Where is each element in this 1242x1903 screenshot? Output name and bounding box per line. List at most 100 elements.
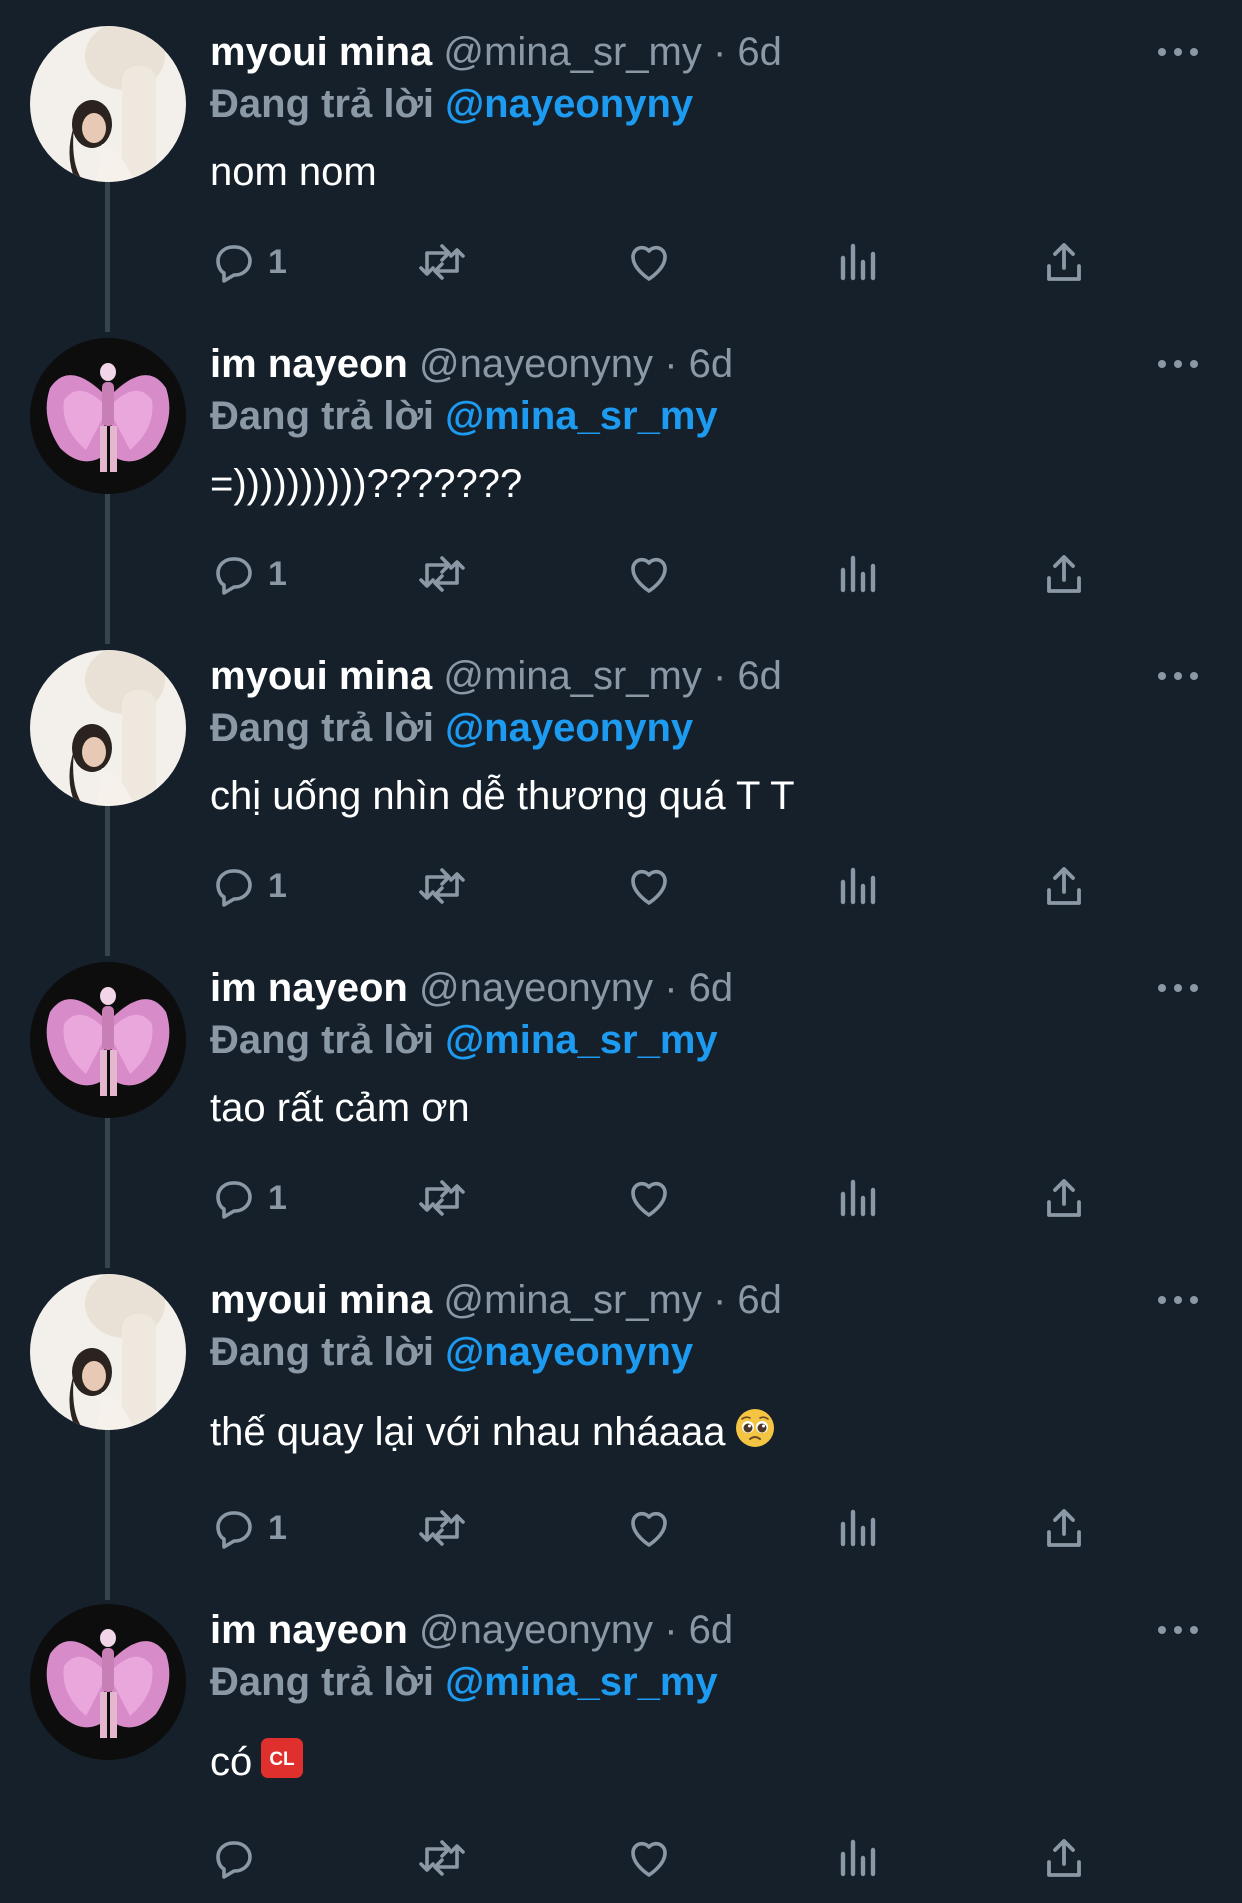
user-handle[interactable]: @nayeonyny [419,966,653,1010]
share-button[interactable] [1040,1828,1088,1888]
mention-link[interactable]: @mina_sr_my [445,1660,717,1704]
share-button[interactable] [1040,856,1088,916]
replying-to-label: Đang trả lời [210,1330,435,1374]
tweet[interactable]: myoui mina @mina_sr_my · 6d Đang trả lời… [0,1248,1242,1578]
reply-button[interactable]: 1 [210,1498,287,1558]
display-name[interactable]: myoui mina [210,30,432,74]
views-icon [835,550,883,598]
timestamp[interactable]: 6d [737,1278,782,1322]
tweet-text: =))))))))))??????? [210,458,1202,510]
replying-to-label: Đang trả lời [210,706,435,750]
avatar[interactable] [30,338,186,494]
avatar[interactable] [30,26,186,182]
share-button[interactable] [1040,1168,1088,1228]
mention-link[interactable]: @mina_sr_my [445,394,717,438]
display-name[interactable]: im nayeon [210,342,408,386]
user-handle[interactable]: @mina_sr_my [443,30,701,74]
share-icon [1040,1834,1088,1882]
retweet-button[interactable] [415,1828,469,1888]
reply-icon [210,238,258,286]
timestamp[interactable]: 6d [689,966,734,1010]
like-icon [625,1174,673,1222]
more-icon[interactable] [1154,40,1202,64]
mina-avatar-image [30,1274,186,1430]
user-handle[interactable]: @nayeonyny [419,1608,653,1652]
reply-button[interactable]: 1 [210,856,287,916]
tweet[interactable]: im nayeon @nayeonyny · 6d Đang trả lời @… [0,312,1242,624]
views-button[interactable] [835,1168,883,1228]
cl-button-emoji: CL [260,1737,304,1792]
reply-button[interactable] [210,1828,268,1888]
retweet-button[interactable] [415,1168,469,1228]
mention-link[interactable]: @mina_sr_my [445,1018,717,1062]
mention-link[interactable]: @nayeonyny [445,1330,693,1374]
tweet[interactable]: myoui mina @mina_sr_my · 6d Đang trả lời… [0,0,1242,312]
tweet[interactable]: im nayeon @nayeonyny · 6d Đang trả lời @… [0,1578,1242,1903]
share-icon [1040,550,1088,598]
retweet-button[interactable] [415,232,469,292]
like-button[interactable] [625,232,673,292]
timestamp[interactable]: 6d [737,654,782,698]
views-icon [835,1834,883,1882]
retweet-button[interactable] [415,856,469,916]
replying-to: Đang trả lời @nayeonyny [210,78,1202,130]
avatar[interactable] [30,962,186,1118]
avatar[interactable] [30,1274,186,1430]
retweet-button[interactable] [415,1498,469,1558]
separator-dot: · [712,30,727,74]
share-icon [1040,1504,1088,1552]
share-button[interactable] [1040,544,1088,604]
user-handle[interactable]: @mina_sr_my [443,1278,701,1322]
tweet[interactable]: myoui mina @mina_sr_my · 6d Đang trả lời… [0,624,1242,936]
like-button[interactable] [625,1498,673,1558]
retweet-button[interactable] [415,544,469,604]
timestamp[interactable]: 6d [737,30,782,74]
display-name[interactable]: im nayeon [210,1608,408,1652]
mention-link[interactable]: @nayeonyny [445,706,693,750]
avatar[interactable] [30,650,186,806]
tweet-text-content: nom nom [210,150,377,194]
avatar[interactable] [30,1604,186,1760]
reply-button[interactable]: 1 [210,1168,287,1228]
retweet-icon [415,1174,469,1222]
tweet-header: myoui mina @mina_sr_my · 6d [210,26,1202,78]
share-icon [1040,862,1088,910]
retweet-icon [415,1504,469,1552]
timestamp[interactable]: 6d [689,342,734,386]
share-button[interactable] [1040,232,1088,292]
tweet-actions: 1 [210,1168,1110,1228]
timestamp[interactable]: 6d [689,1608,734,1652]
share-button[interactable] [1040,1498,1088,1558]
more-icon[interactable] [1154,1288,1202,1312]
tweet-text: tao rất cảm ơn [210,1082,1202,1134]
cl-button-label: CL [270,1749,296,1770]
views-button[interactable] [835,232,883,292]
display-name[interactable]: im nayeon [210,966,408,1010]
user-handle[interactable]: @mina_sr_my [443,654,701,698]
tweet[interactable]: im nayeon @nayeonyny · 6d Đang trả lời @… [0,936,1242,1248]
retweet-icon [415,1834,469,1882]
display-name[interactable]: myoui mina [210,1278,432,1322]
pleading-face-emoji [734,1407,776,1462]
mention-link[interactable]: @nayeonyny [445,82,693,126]
views-button[interactable] [835,1498,883,1558]
views-button[interactable] [835,1828,883,1888]
reply-icon [210,862,258,910]
display-name[interactable]: myoui mina [210,654,432,698]
like-button[interactable] [625,856,673,916]
more-icon[interactable] [1154,664,1202,688]
more-icon[interactable] [1154,1618,1202,1642]
reply-button[interactable]: 1 [210,544,287,604]
views-icon [835,238,883,286]
views-button[interactable] [835,856,883,916]
like-button[interactable] [625,544,673,604]
like-button[interactable] [625,1828,673,1888]
user-handle[interactable]: @nayeonyny [419,342,653,386]
reply-button[interactable]: 1 [210,232,287,292]
reply-icon [210,1504,258,1552]
more-icon[interactable] [1154,976,1202,1000]
separator-dot: · [664,966,678,1010]
like-button[interactable] [625,1168,673,1228]
more-icon[interactable] [1154,352,1202,376]
views-button[interactable] [835,544,883,604]
